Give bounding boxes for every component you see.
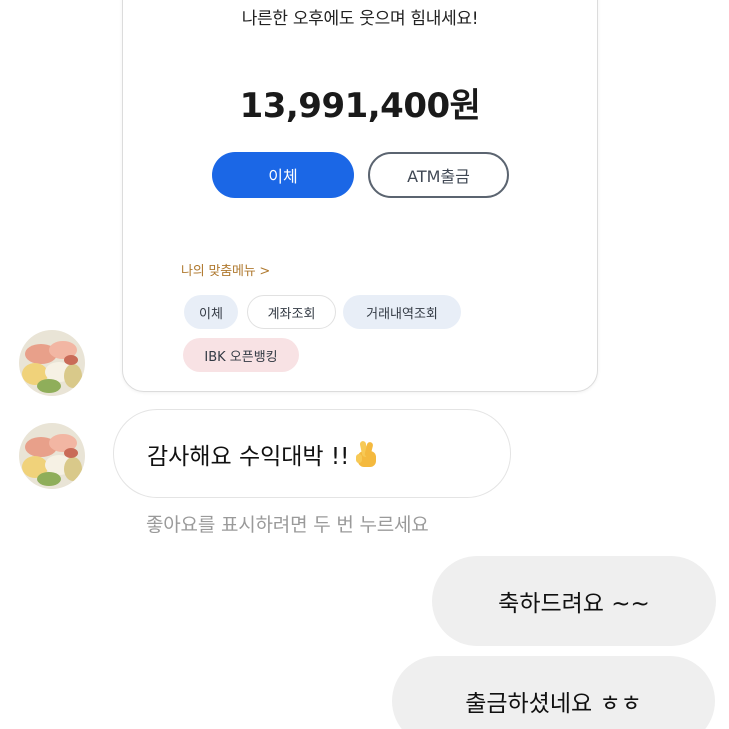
sender-avatar[interactable]	[19, 330, 85, 396]
chip-open-banking[interactable]: IBK 오픈뱅킹	[183, 338, 299, 372]
sent-message-text: 축하드려요 ~~	[498, 591, 650, 617]
received-message-text: 감사해요 수익대박 !!	[147, 443, 350, 470]
chat-screen: 나른한 오후에도 웃으며 힘내세요! 13,991,400원 이체 ATM출금 …	[0, 0, 729, 729]
greeting-text: 나른한 오후에도 웃으며 힘내세요!	[241, 9, 479, 29]
food-platter-avatar-icon	[19, 330, 85, 396]
my-menu-link[interactable]: 나의 맞춤메뉴 >	[181, 260, 270, 279]
chip-account-inquiry[interactable]: 계좌조회	[247, 295, 336, 329]
crossed-fingers-emoji-icon	[353, 439, 381, 469]
shared-bank-screenshot[interactable]: 나른한 오후에도 웃으며 힘내세요! 13,991,400원 이체 ATM출금 …	[122, 0, 598, 392]
chip-transaction-history[interactable]: 거래내역조회	[343, 295, 461, 329]
sent-message-bubble[interactable]: 출금하셨네요 ㅎㅎ	[392, 656, 715, 729]
food-platter-avatar-icon	[19, 423, 85, 489]
sent-message-bubble[interactable]: 축하드려요 ~~	[432, 556, 716, 646]
atm-withdraw-button[interactable]: ATM출금	[368, 152, 509, 198]
double-tap-like-hint: 좋아요를 표시하려면 두 번 누르세요	[146, 514, 429, 536]
account-balance: 13,991,400원	[239, 86, 481, 126]
sent-message-text: 출금하셨네요 ㅎㅎ	[465, 691, 642, 717]
chip-transfer[interactable]: 이체	[184, 295, 238, 329]
received-message-bubble[interactable]: 감사해요 수익대박 !!	[113, 409, 511, 498]
transfer-button[interactable]: 이체	[212, 152, 354, 198]
sender-avatar[interactable]	[19, 423, 85, 489]
